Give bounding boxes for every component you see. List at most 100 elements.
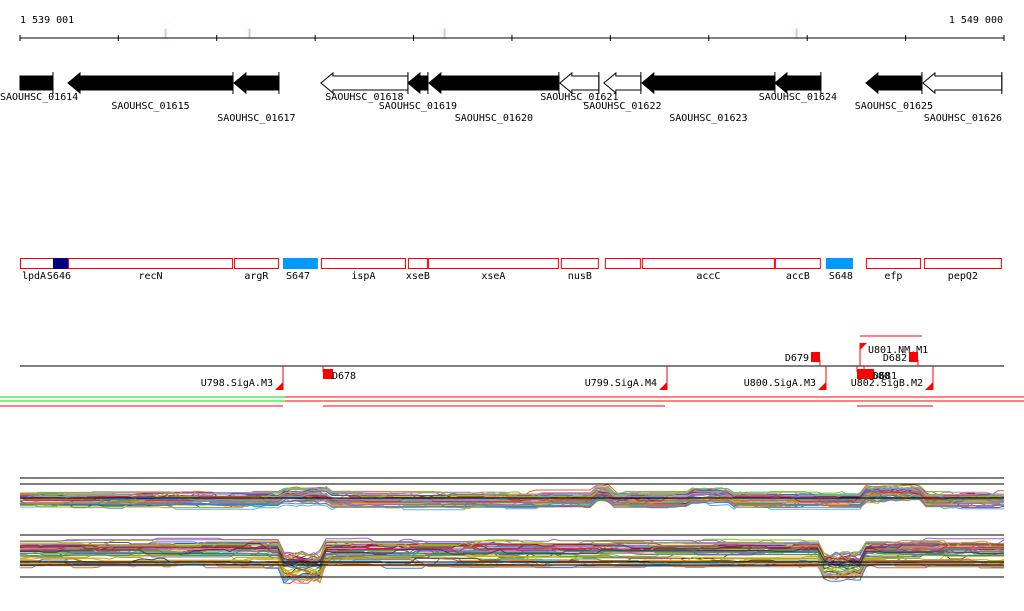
gene-SAOUHSC_01614[interactable]: SAOUHSC_01614 <box>0 72 78 103</box>
srna-box <box>825 258 853 269</box>
gene-label: SAOUHSC_01619 <box>379 101 457 112</box>
annotation-track: lpdA S646 recN argR S647 ispA xseB xseA nusB accC… <box>20 258 1002 283</box>
gene-SAOUHSC_01615[interactable]: SAOUHSC_01615 <box>67 71 234 112</box>
ruler-marker <box>248 28 251 38</box>
annotation-pepQ2[interactable]: pepQ2 <box>923 258 1002 283</box>
gene-arrow <box>559 71 600 95</box>
annotation-xseA[interactable]: xseA <box>427 258 559 283</box>
gene-label: SAOUHSC_01624 <box>759 92 837 103</box>
annotation-label: xseA <box>481 271 505 282</box>
annotation-label: argR <box>244 271 269 282</box>
annotation-box <box>923 258 1002 269</box>
gene-track: SAOUHSC_01614 SAOUHSC_01615 SAOUHSC_01617 S… <box>0 71 1003 124</box>
annotation-xseB[interactable]: xseB <box>406 258 430 283</box>
annotation-label: lpdA <box>22 271 46 282</box>
ruler-end-label: 1 549 000 <box>949 15 1003 26</box>
feature-label: U799.SigA.M4 <box>585 378 657 389</box>
feature-label: U800.SigA.M3 <box>744 378 816 389</box>
annotation-box <box>320 258 406 269</box>
gene-label: SAOUHSC_01617 <box>217 113 295 124</box>
tss-flag-icon <box>818 382 826 390</box>
gene-arrow <box>774 71 822 95</box>
annotation-label: pepQ2 <box>948 271 978 282</box>
annotation-box <box>865 258 921 269</box>
feature-D678[interactable]: D678 <box>322 366 356 382</box>
gene-SAOUHSC_01623[interactable]: SAOUHSC_01623 <box>641 71 776 124</box>
gene-SAOUHSC_01618[interactable]: SAOUHSC_01618 <box>320 71 409 103</box>
feature-label: D679 <box>785 353 809 364</box>
annotation-box <box>427 258 559 269</box>
tss-flag-icon <box>860 343 867 350</box>
feature-U799.SigA.M4[interactable]: U799.SigA.M4 <box>585 366 668 390</box>
annotation-label: accB <box>786 271 810 282</box>
annotation-box <box>560 258 599 269</box>
annotation-box <box>68 258 233 269</box>
gene-label: SAOUHSC_01614 <box>0 92 78 103</box>
annotation-label: efp <box>884 271 902 282</box>
gene-arrow <box>233 71 280 95</box>
ruler-start-label: 1 539 001 <box>20 15 74 26</box>
gene-arrow <box>865 71 923 95</box>
gene-label: SAOUHSC_01626 <box>924 113 1002 124</box>
gene-arrow <box>19 75 54 91</box>
annotation-label: accC <box>696 271 720 282</box>
annotation-unnamed[interactable] <box>604 258 641 269</box>
feature-D679[interactable]: D679 <box>785 352 821 366</box>
gene-arrow <box>320 71 409 95</box>
srna-box <box>52 258 69 269</box>
feature-D682[interactable]: D682 <box>883 352 919 366</box>
genome-browser-view[interactable]: 1 539 001 1 549 000 SAOUHSC_01614SAOUHSC… <box>0 0 1024 611</box>
gene-arrow <box>428 71 560 95</box>
annotation-nusB[interactable]: nusB <box>560 258 599 283</box>
feature-label: D678 <box>332 371 356 382</box>
annotation-label: nusB <box>568 271 592 282</box>
annotation-label: recN <box>138 271 162 282</box>
annotation-accC[interactable]: accC <box>641 258 775 283</box>
feature-label: D682 <box>883 353 907 364</box>
annotation-S648[interactable]: S648 <box>825 258 853 282</box>
ruler-marker <box>164 28 167 38</box>
annotation-box <box>233 258 279 269</box>
gene-label: SAOUHSC_01623 <box>669 113 747 124</box>
gene-arrow <box>922 71 1003 95</box>
annotation-box <box>641 258 775 269</box>
annotation-label: S648 <box>829 271 853 282</box>
feature-label: U798.SigA.M3 <box>201 378 273 389</box>
annotation-S647[interactable]: S647 <box>282 258 318 282</box>
gene-arrow <box>407 71 429 95</box>
feature-marker <box>909 352 918 362</box>
feature-marker <box>811 352 820 362</box>
annotation-box <box>407 258 428 269</box>
annotation-label: ispA <box>351 271 375 282</box>
annotation-efp[interactable]: efp <box>865 258 921 283</box>
gene-label: SAOUHSC_01622 <box>583 101 661 112</box>
tss-flag-icon <box>275 382 283 390</box>
annotation-box <box>774 258 821 269</box>
feature-track: U798.SigA.M3 D678 U799.SigA.M4 D679 U800.Sig… <box>0 335 1024 407</box>
feature-label: U802.SigB.M2 <box>851 378 923 389</box>
feature-U798.SigA.M3[interactable]: U798.SigA.M3 <box>201 366 284 390</box>
gene-arrow <box>641 71 776 95</box>
annotation-label: S647 <box>286 271 310 282</box>
annotation-accB[interactable]: accB <box>774 258 821 283</box>
annotation-label: S646 <box>47 271 71 282</box>
annotation-box <box>604 258 641 269</box>
gene-SAOUHSC_01625[interactable]: SAOUHSC_01625 <box>855 71 933 112</box>
ruler-marker <box>443 28 446 38</box>
tss-flag-icon <box>659 382 667 390</box>
gene-SAOUHSC_01626[interactable]: SAOUHSC_01626 <box>922 71 1003 124</box>
gene-label: SAOUHSC_01625 <box>855 101 933 112</box>
expression-profiles <box>19 477 1005 585</box>
annotation-argR[interactable]: argR <box>233 258 279 283</box>
feature-U800.SigA.M3[interactable]: U800.SigA.M3 <box>744 366 827 390</box>
tss-flag-icon <box>925 382 933 390</box>
gene-label: SAOUHSC_01620 <box>455 113 533 124</box>
gene-arrow <box>67 71 234 95</box>
gene-arrow <box>603 71 642 95</box>
annotation-recN[interactable]: recN <box>68 258 233 283</box>
gene-label: SAOUHSC_01615 <box>111 101 189 112</box>
annotation-label: xseB <box>406 271 430 282</box>
coordinate-ruler: 1 539 001 1 549 000 <box>19 15 1005 41</box>
annotation-ispA[interactable]: ispA <box>320 258 406 283</box>
srna-box <box>282 258 318 269</box>
